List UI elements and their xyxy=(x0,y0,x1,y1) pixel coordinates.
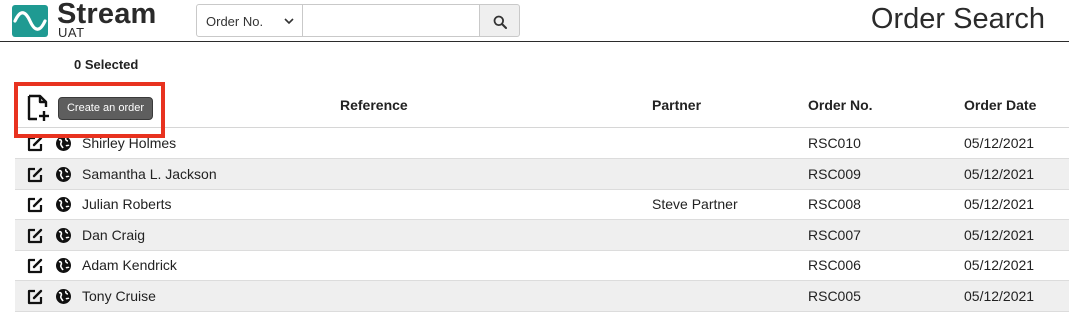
page-title: Order Search xyxy=(870,3,1045,35)
search-button[interactable] xyxy=(480,4,520,37)
row-order-no: RSC009 xyxy=(808,166,861,182)
row-order-no: RSC005 xyxy=(808,288,861,304)
edit-icon[interactable] xyxy=(26,288,44,306)
app-env: UAT xyxy=(58,25,85,40)
row-order-date: 05/12/2021 xyxy=(964,196,1035,212)
table-row[interactable]: Shirley Holmes RSC010 05/12/2021 xyxy=(15,128,1069,159)
app-logo[interactable]: Stream UAT xyxy=(12,0,162,40)
column-header-reference[interactable]: Reference xyxy=(340,97,408,113)
row-reference: Adam Kendrick xyxy=(82,257,177,273)
row-order-no: RSC008 xyxy=(808,196,861,212)
row-order-date: 05/12/2021 xyxy=(964,288,1035,304)
table-row[interactable]: Adam Kendrick RSC006 05/12/2021 xyxy=(15,250,1069,281)
row-order-no: RSC010 xyxy=(808,135,861,151)
column-header-order-no[interactable]: Order No. xyxy=(808,97,873,113)
row-order-no: RSC006 xyxy=(808,257,861,273)
search-type-select[interactable]: Order No. xyxy=(196,4,303,37)
stream-logo-icon xyxy=(12,5,48,37)
row-order-date: 05/12/2021 xyxy=(964,135,1035,151)
table-row[interactable]: Tony Cruise RSC005 05/12/2021 xyxy=(15,281,1069,312)
edit-icon[interactable] xyxy=(26,227,44,245)
table-row[interactable]: Dan Craig RSC007 05/12/2021 xyxy=(15,220,1069,251)
selected-count: 0 Selected xyxy=(74,57,139,72)
search-input[interactable] xyxy=(303,4,480,37)
edit-icon[interactable] xyxy=(26,196,44,214)
globe-icon[interactable] xyxy=(55,227,72,244)
row-partner: Steve Partner xyxy=(652,196,738,212)
table-header: Reference Partner Order No. Order Date xyxy=(15,88,1069,128)
highlight-box xyxy=(14,82,165,138)
table-row[interactable]: Samantha L. Jackson RSC009 05/12/2021 xyxy=(15,159,1069,190)
search-bar: Order No. xyxy=(196,4,520,37)
header: Stream UAT Order No. Order Search xyxy=(0,0,1069,42)
search-icon xyxy=(493,15,507,29)
row-order-no: RSC007 xyxy=(808,227,861,243)
column-header-order-date[interactable]: Order Date xyxy=(964,97,1036,113)
row-order-date: 05/12/2021 xyxy=(964,257,1035,273)
column-header-partner[interactable]: Partner xyxy=(652,97,701,113)
edit-icon[interactable] xyxy=(26,257,44,275)
edit-icon[interactable] xyxy=(26,166,44,184)
chevron-down-icon xyxy=(284,18,294,25)
row-order-date: 05/12/2021 xyxy=(964,166,1035,182)
row-reference: Tony Cruise xyxy=(82,288,156,304)
row-order-date: 05/12/2021 xyxy=(964,227,1035,243)
row-reference: Samantha L. Jackson xyxy=(82,166,217,182)
row-reference: Julian Roberts xyxy=(82,196,172,212)
globe-icon[interactable] xyxy=(55,166,72,183)
globe-icon[interactable] xyxy=(55,288,72,305)
globe-icon[interactable] xyxy=(55,196,72,213)
row-reference: Dan Craig xyxy=(82,227,146,243)
table-row[interactable]: Julian Roberts Steve Partner RSC008 05/12/2… xyxy=(15,189,1069,220)
globe-icon[interactable] xyxy=(55,257,72,274)
search-type-value: Order No. xyxy=(206,14,264,29)
